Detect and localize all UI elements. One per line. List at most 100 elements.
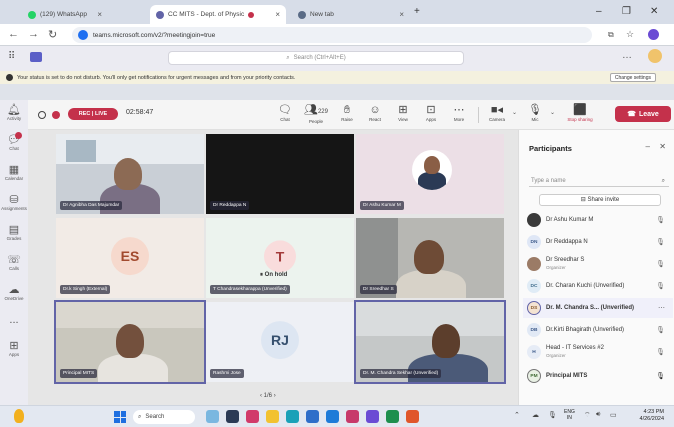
browser-tab-teams[interactable]: CC MITS - Dept. of Physic ×: [150, 5, 286, 24]
participant-row[interactable]: DN Dr Reddappa N 🎙︎: [523, 232, 673, 252]
participant-row[interactable]: Dr Sreedhar S Organizer 🎙︎: [523, 254, 673, 274]
close-icon[interactable]: ✕: [659, 142, 666, 151]
search-input[interactable]: ⌕ Search (Ctrl+Alt+E): [168, 51, 464, 65]
taskbar-search[interactable]: ⌕ Search: [133, 410, 195, 424]
store-icon[interactable]: [306, 410, 319, 423]
mic-options-chevron-icon[interactable]: ⌄: [550, 109, 555, 116]
edge-icon[interactable]: [286, 410, 299, 423]
app-icon[interactable]: [406, 410, 419, 423]
video-tile[interactable]: Dr Reddappa N: [206, 134, 354, 214]
start-icon[interactable]: [114, 411, 126, 423]
leave-label: Leave: [638, 110, 659, 118]
react-button[interactable]: ☺ React: [362, 103, 388, 122]
rail-item-calendar[interactable]: ▦ Calendar: [0, 164, 28, 181]
app-icon[interactable]: [346, 410, 359, 423]
leave-button[interactable]: ☎ Leave: [615, 106, 671, 122]
tray-chevron-icon[interactable]: ⌃: [514, 411, 520, 419]
video-tile[interactable]: Dr Sreedhar S: [356, 218, 504, 298]
rail-item-apps[interactable]: ⊞ Apps: [0, 340, 28, 357]
maximize-icon[interactable]: ❐: [622, 6, 631, 17]
next-page-icon[interactable]: ›: [274, 393, 276, 399]
new-tab-plus-icon[interactable]: +: [414, 6, 420, 17]
mic-button[interactable]: 🎙︎ Mic: [522, 103, 548, 122]
browser-tab-whatsapp[interactable]: (129) WhatsApp ×: [22, 5, 108, 24]
change-settings-button[interactable]: Change settings: [609, 73, 656, 82]
rail-item-grades[interactable]: ▤ Grades: [0, 224, 28, 241]
stop-sharing-button[interactable]: ⬛ Stop sharing: [560, 103, 600, 122]
chat-button[interactable]: 🗨︎ Chat: [272, 103, 298, 122]
participant-row[interactable]: PM Principal MITS 🎙︎: [523, 366, 673, 386]
minimize-icon[interactable]: –: [646, 142, 650, 151]
task-view-icon[interactable]: [226, 410, 239, 423]
app-icon[interactable]: [246, 410, 259, 423]
browser-address-bar: ← → ↻ teams.microsoft.com/v2/?meetingjoi…: [0, 24, 674, 46]
close-icon[interactable]: ×: [97, 10, 102, 19]
prev-page-icon[interactable]: ‹: [260, 393, 262, 399]
participant-row[interactable]: H Head - IT Services #2 Organizer 🎙︎: [523, 342, 673, 362]
grid-pager[interactable]: ‹ 1/6 ›: [260, 393, 276, 399]
word-icon[interactable]: [326, 410, 339, 423]
rail-item-more[interactable]: ...: [0, 314, 28, 326]
initials-avatar: ES: [111, 237, 149, 276]
system-clock[interactable]: 4:23 PM 4/26/2024: [640, 409, 664, 423]
participant-row-highlighted[interactable]: DS Dr. M. Chandra S... (Unverified) ⋯: [523, 298, 673, 318]
close-icon[interactable]: ×: [399, 10, 404, 19]
battery-icon[interactable]: ▭: [610, 411, 617, 419]
rail-item-calls[interactable]: ☏ Calls: [0, 254, 28, 271]
language-indicator[interactable]: ENG IN: [564, 409, 575, 421]
people-button[interactable]: 👥︎229 People: [300, 103, 332, 124]
user-avatar[interactable]: [648, 49, 662, 63]
participant-name: Dr Ashu Kumar M: [360, 201, 404, 210]
reload-icon[interactable]: ↻: [48, 28, 57, 41]
rail-item-assignments[interactable]: ⛁ Assignments: [0, 194, 28, 211]
button-label: View: [398, 117, 408, 122]
apps-icon: ⊞: [9, 340, 19, 352]
mic-tray-icon[interactable]: 🎙︎: [548, 411, 557, 419]
participant-row[interactable]: DB Dr.Kirti Bhagirath (Unverified) 🎙︎: [523, 320, 673, 340]
camera-options-chevron-icon[interactable]: ⌄: [512, 109, 517, 116]
apps-button[interactable]: ⊡ Apps: [418, 103, 444, 122]
video-tile[interactable]: T ⏸ On hold T Chandrasekharappa (Unverif…: [206, 218, 354, 298]
video-tile[interactable]: Dr Ashu Kumar M: [356, 134, 504, 214]
app-launcher-icon[interactable]: ⠿: [8, 51, 15, 62]
forward-icon[interactable]: →: [28, 28, 39, 40]
window-close-icon[interactable]: ✕: [650, 6, 658, 17]
video-tile-selected[interactable]: Dr. M. Chandra Sekhar (Unverified): [354, 300, 506, 384]
participant-row[interactable]: DC Dr. Charan Kuchi (Unverified) 🎙︎: [523, 276, 673, 296]
bookmark-star-icon[interactable]: ☆: [626, 29, 634, 40]
teams-taskbar-icon[interactable]: [366, 410, 379, 423]
more-icon[interactable]: …: [622, 50, 632, 61]
video-tile[interactable]: Dr Agnibha Das Majumdar: [56, 134, 204, 214]
profile-avatar[interactable]: [648, 29, 659, 40]
more-button[interactable]: ⋯ More: [446, 103, 472, 122]
raise-hand-button[interactable]: ✋︎ Raise: [334, 103, 360, 122]
browser-tab-newtab[interactable]: New tab ×: [292, 5, 410, 24]
camera-button[interactable]: ■◂ Camera: [484, 103, 510, 122]
search-placeholder: Type a name: [531, 178, 566, 184]
onedrive-tray-icon[interactable]: ☁: [532, 411, 539, 419]
minimize-icon[interactable]: –: [596, 6, 602, 17]
video-tile-selected[interactable]: Principal MITS: [54, 300, 206, 384]
copilot-icon[interactable]: [206, 410, 219, 423]
more-icon[interactable]: ⋯: [658, 304, 665, 312]
video-tile[interactable]: ES Dr.k Singh (External): [56, 218, 204, 298]
widgets-icon[interactable]: [14, 409, 24, 423]
mic-icon: 🎙︎: [528, 104, 542, 116]
rail-item-activity[interactable]: 🔔︎ Activity: [0, 104, 28, 121]
share-invite-button[interactable]: ⊟ Share invite: [539, 194, 661, 206]
participant-row[interactable]: Dr Ashu Kumar M 🎙︎: [523, 210, 673, 230]
close-icon[interactable]: ×: [275, 10, 280, 19]
participant-search-input[interactable]: Type a name ⌕: [529, 175, 669, 187]
back-icon[interactable]: ←: [8, 28, 19, 40]
video-tile[interactable]: RJ Rashmi Jose: [206, 302, 354, 382]
view-button[interactable]: ⊞ View: [390, 103, 416, 122]
person-head: [424, 156, 440, 174]
url-field[interactable]: teams.microsoft.com/v2/?meetingjoin=true: [72, 27, 592, 43]
file-explorer-icon[interactable]: [266, 410, 279, 423]
chrome-icon[interactable]: [386, 410, 399, 423]
rail-item-onedrive[interactable]: ☁ OneDrive: [0, 284, 28, 301]
rail-item-chat[interactable]: 💬︎ Chat: [0, 132, 28, 151]
extensions-icon[interactable]: ⧉: [608, 30, 614, 40]
wifi-icon[interactable]: ⌔: [584, 411, 591, 420]
speaker-icon[interactable]: 🔊︎: [596, 411, 600, 419]
